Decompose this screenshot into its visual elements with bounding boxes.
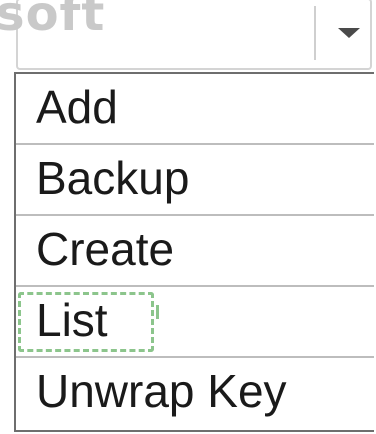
dropdown-divider — [314, 6, 316, 60]
option-add[interactable]: Add — [16, 74, 374, 145]
chevron-down-icon[interactable] — [338, 28, 360, 38]
option-label: Add — [36, 81, 118, 133]
option-label: Create — [36, 223, 175, 275]
option-unwrap-key[interactable]: Unwrap Key — [16, 358, 374, 429]
option-label: List — [36, 294, 108, 346]
selection-highlight-mark — [156, 305, 159, 319]
option-label: Backup — [36, 152, 190, 204]
option-backup[interactable]: Backup — [16, 145, 374, 216]
option-label: Unwrap Key — [36, 365, 287, 417]
option-list[interactable]: List — [16, 287, 374, 358]
dropdown-options-list: Add Backup Create List Unwrap Key — [14, 72, 374, 432]
option-create[interactable]: Create — [16, 216, 374, 287]
watermark-text: soft — [0, 0, 106, 42]
